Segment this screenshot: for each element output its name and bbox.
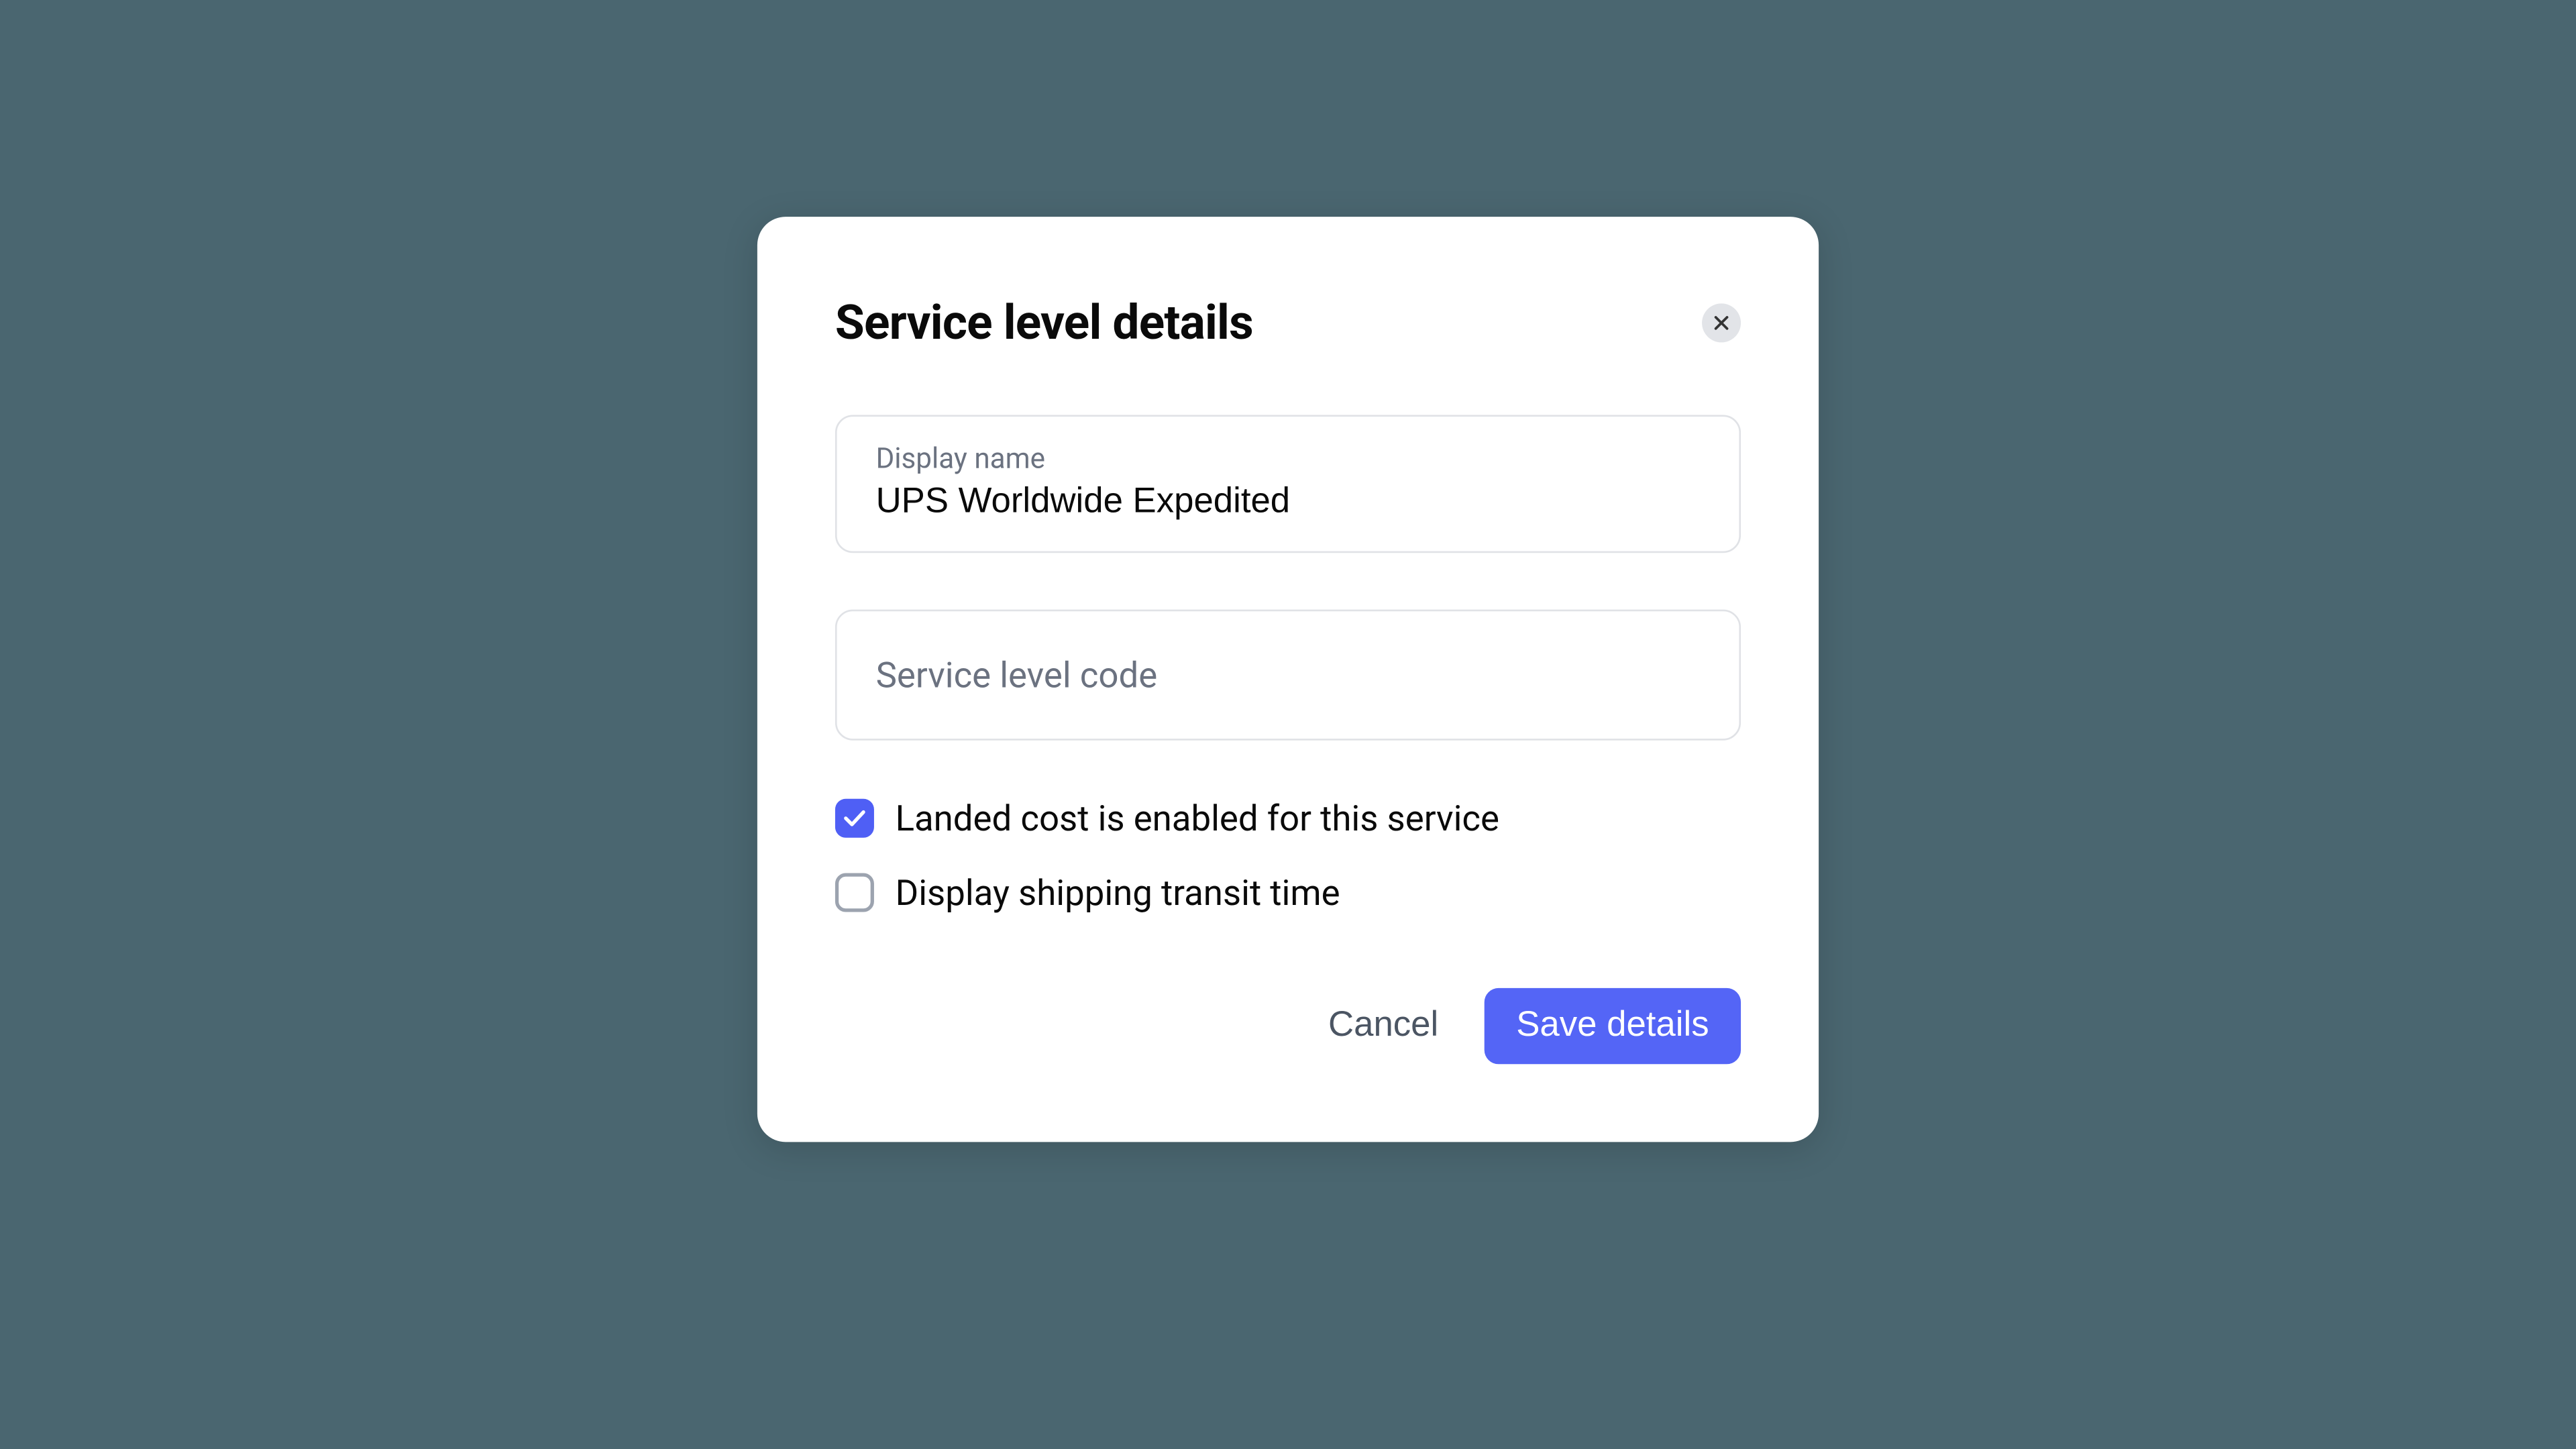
landed-cost-checkbox[interactable]: [835, 799, 874, 838]
transit-time-label: Display shipping transit time: [896, 871, 1340, 914]
display-name-input[interactable]: [876, 482, 1701, 523]
landed-cost-label: Landed cost is enabled for this service: [896, 797, 1499, 839]
modal-header: Service level details: [835, 294, 1741, 351]
service-code-field-group[interactable]: Service level code: [835, 610, 1741, 741]
button-row: Cancel Save details: [835, 988, 1741, 1064]
checkbox-section: Landed cost is enabled for this service …: [835, 797, 1741, 914]
check-icon: [844, 810, 865, 827]
display-name-label: Display name: [876, 441, 1701, 475]
save-button[interactable]: Save details: [1485, 988, 1741, 1064]
service-level-modal: Service level details Display name Servi…: [757, 217, 1819, 1142]
service-code-label: Service level code: [876, 654, 1158, 696]
cancel-button[interactable]: Cancel: [1328, 988, 1438, 1064]
display-name-field-group[interactable]: Display name: [835, 415, 1741, 553]
landed-cost-row: Landed cost is enabled for this service: [835, 797, 1741, 839]
transit-time-checkbox[interactable]: [835, 873, 874, 912]
close-button[interactable]: [1702, 303, 1741, 342]
close-icon: [1715, 316, 1729, 330]
transit-time-row: Display shipping transit time: [835, 871, 1741, 914]
modal-title: Service level details: [835, 294, 1253, 351]
